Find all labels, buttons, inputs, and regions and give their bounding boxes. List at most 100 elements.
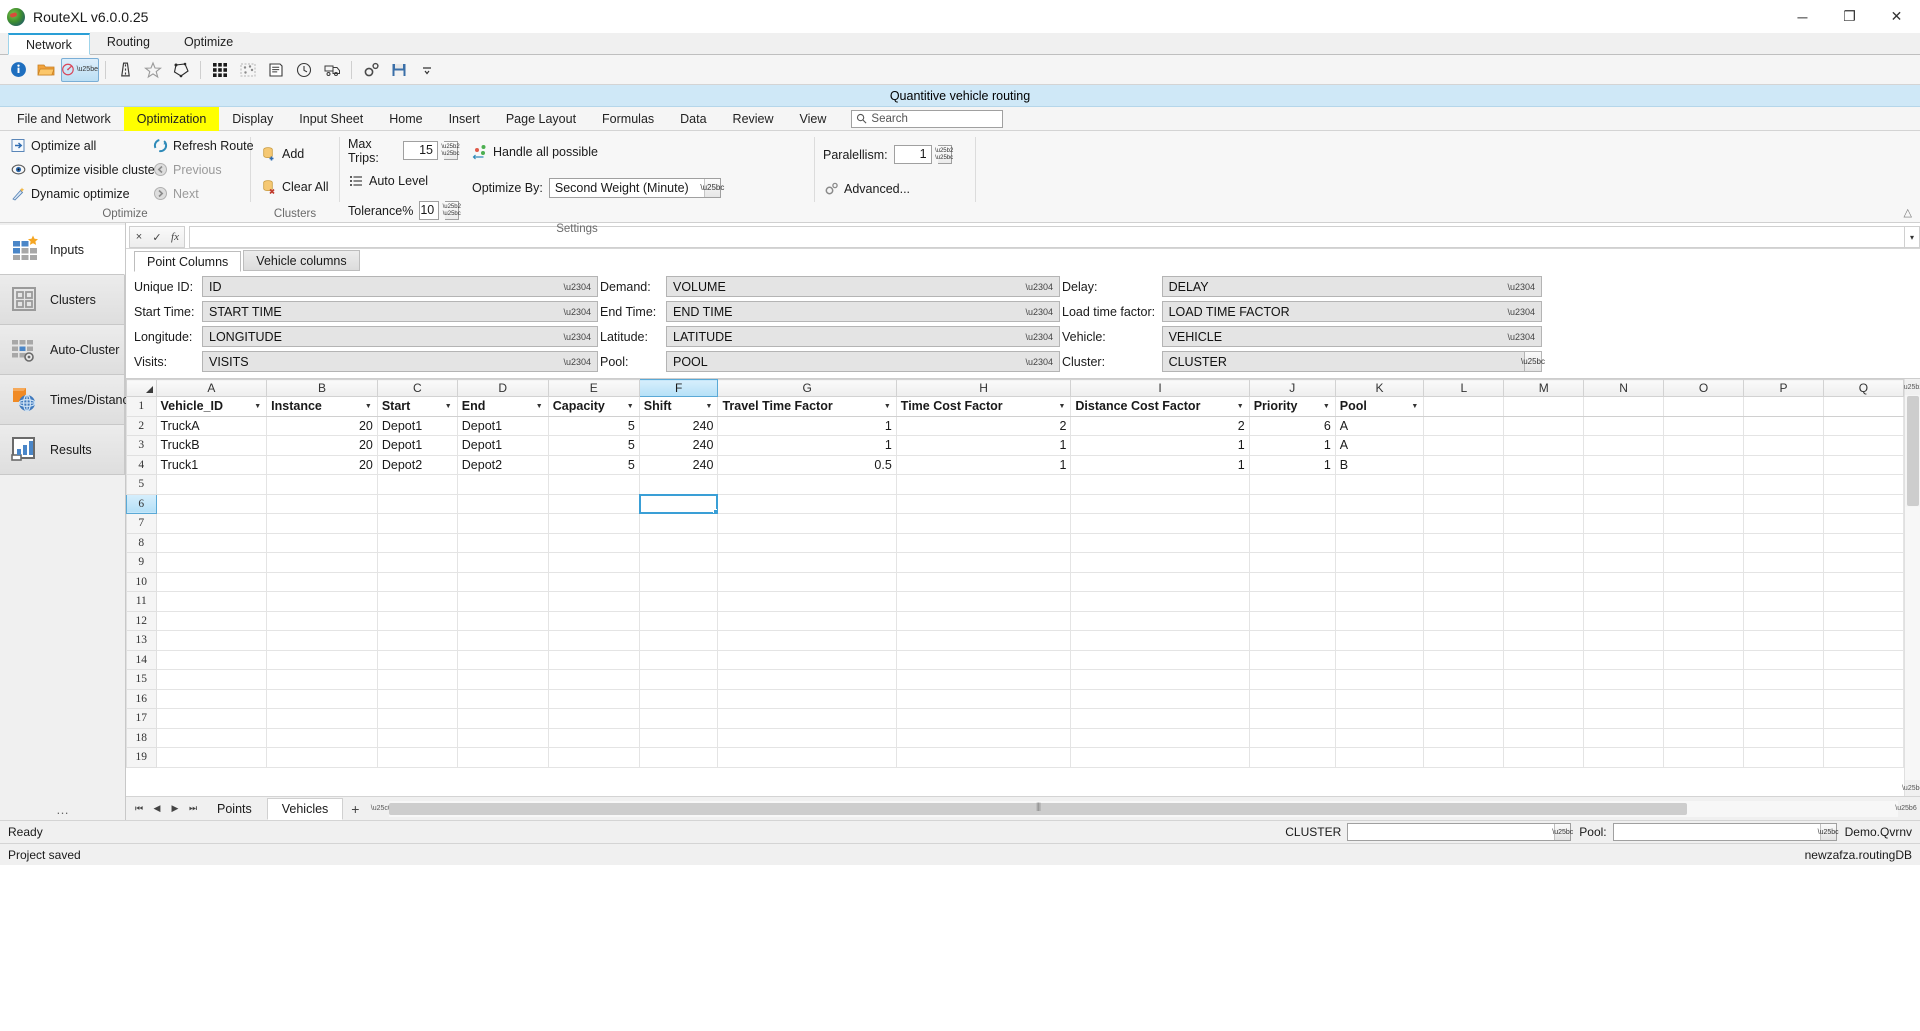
mode-tab-network[interactable]: Network [8, 33, 90, 55]
cell-P12[interactable] [1743, 610, 1824, 631]
cell-M8[interactable] [1503, 532, 1585, 553]
cell-J11[interactable] [1248, 591, 1336, 612]
cell-O3[interactable] [1663, 435, 1745, 456]
cell-D16[interactable] [456, 688, 549, 709]
tolerance-input[interactable]: 10 [419, 201, 440, 220]
mode-tab-optimize[interactable]: Optimize [166, 32, 251, 54]
cell-P3[interactable] [1743, 435, 1824, 456]
table-column-header-n[interactable] [1583, 396, 1665, 417]
cell-F8[interactable] [638, 532, 719, 553]
cell-Q10[interactable] [1822, 571, 1904, 592]
filter-dropdown-icon[interactable]: ▼ [533, 400, 546, 413]
cell-H15[interactable] [895, 669, 1072, 690]
cell-C17[interactable] [376, 708, 458, 729]
cell-G10[interactable] [717, 571, 897, 592]
cell-A7[interactable] [155, 513, 268, 534]
cell-E13[interactable] [547, 630, 640, 651]
ribbon-tab-formulas[interactable]: Formulas [589, 107, 667, 131]
cell-O4[interactable] [1663, 454, 1745, 475]
cell-N6[interactable] [1583, 493, 1665, 514]
cell-C19[interactable] [376, 747, 458, 768]
cell-O13[interactable] [1663, 630, 1745, 651]
unique-id-select[interactable]: ID \u2304 [202, 276, 598, 297]
cell-H16[interactable] [895, 688, 1072, 709]
table-column-header-h[interactable]: Time Cost Factor ▼ [895, 396, 1072, 417]
cell-N15[interactable] [1583, 669, 1665, 690]
table-row[interactable]: 18 [126, 727, 1904, 748]
cell-L5[interactable] [1423, 474, 1505, 495]
parallelism-spinner[interactable]: \u25b2 \u25bc [935, 145, 953, 164]
cell-A11[interactable] [155, 591, 268, 612]
cell-O19[interactable] [1663, 747, 1745, 768]
horizontal-scroll-thumb[interactable] [389, 802, 1687, 815]
table-column-header-c[interactable]: Start ▼ [376, 396, 458, 417]
cell-J12[interactable] [1248, 610, 1336, 631]
table-row[interactable]: 5 [126, 474, 1904, 495]
dynamic-optimize-button[interactable]: Dynamic optimize [8, 183, 150, 204]
sidebar-item-times-distances[interactable]: Times/Distances [0, 375, 142, 425]
cell-J14[interactable] [1248, 649, 1336, 670]
cell-G7[interactable] [717, 513, 897, 534]
cell-C2[interactable]: Depot1 [376, 415, 458, 436]
sidebar-item-clusters[interactable]: Clusters [0, 275, 125, 325]
next-sheet-button[interactable]: ▶ [166, 798, 184, 820]
cell-M16[interactable] [1503, 688, 1585, 709]
cell-N8[interactable] [1583, 532, 1665, 553]
cell-H12[interactable] [895, 610, 1072, 631]
cell-G13[interactable] [717, 630, 897, 651]
cell-L17[interactable] [1423, 708, 1505, 729]
column-header-d[interactable]: D [456, 379, 549, 397]
cell-P8[interactable] [1743, 532, 1824, 553]
cell-Q12[interactable] [1822, 610, 1904, 631]
add-cluster-button[interactable]: Add [259, 143, 334, 164]
cell-L9[interactable] [1423, 552, 1505, 573]
cell-K10[interactable] [1334, 571, 1425, 592]
cell-P11[interactable] [1743, 591, 1824, 612]
cell-A17[interactable] [155, 708, 268, 729]
cell-N13[interactable] [1583, 630, 1665, 651]
cell-D5[interactable] [456, 474, 549, 495]
cell-G3[interactable]: 1 [717, 435, 897, 456]
vertical-scrollbar[interactable]: \u25b2 \u25bc [1902, 379, 1920, 796]
max-trips-spinner[interactable]: \u25b2 \u25bc [441, 141, 460, 160]
cell-J17[interactable] [1248, 708, 1336, 729]
cell-J13[interactable] [1248, 630, 1336, 651]
insert-function-icon[interactable]: fx [167, 231, 183, 243]
cell-K7[interactable] [1334, 513, 1425, 534]
ribbon-tab-insert[interactable]: Insert [436, 107, 493, 131]
cell-F4[interactable]: 240 [638, 454, 719, 475]
cell-H19[interactable] [895, 747, 1072, 768]
cell-H14[interactable] [895, 649, 1072, 670]
cell-P5[interactable] [1743, 474, 1824, 495]
filter-dropdown-icon[interactable]: ▼ [362, 400, 375, 413]
longitude-select[interactable]: LONGITUDE \u2304 [202, 326, 598, 347]
polygon-icon[interactable] [168, 58, 194, 82]
more-icon[interactable] [414, 58, 440, 82]
cell-B15[interactable] [266, 669, 378, 690]
table-row[interactable]: 8 [126, 532, 1904, 553]
cell-N11[interactable] [1583, 591, 1665, 612]
cell-I6[interactable] [1070, 493, 1250, 514]
cell-J10[interactable] [1248, 571, 1336, 592]
ribbon-tab-input-sheet[interactable]: Input Sheet [286, 107, 376, 131]
handle-all-possible-button[interactable]: Handle all possible [472, 141, 772, 162]
cell-M6[interactable] [1503, 493, 1585, 514]
advanced-button[interactable]: Advanced... [823, 178, 952, 199]
cell-K18[interactable] [1334, 727, 1425, 748]
vehicle-select[interactable]: VEHICLE \u2304 [1161, 326, 1542, 347]
cell-K17[interactable] [1334, 708, 1425, 729]
cell-F12[interactable] [638, 610, 719, 631]
cell-P6[interactable] [1743, 493, 1824, 514]
cell-D11[interactable] [456, 591, 549, 612]
row-header-16[interactable]: 16 [126, 688, 157, 709]
table-row[interactable]: 16 [126, 688, 1904, 709]
cell-C15[interactable] [376, 669, 458, 690]
cell-C10[interactable] [376, 571, 458, 592]
table-row[interactable]: 9 [126, 552, 1904, 573]
table-row[interactable]: 1 Vehicle_ID ▼ Instance ▼ Start ▼ End ▼ Capacity ▼… [126, 396, 1904, 417]
ribbon-tab-file-and-network[interactable]: File and Network [4, 107, 124, 131]
tolerance-spinner[interactable]: \u25b2 \u25bc [443, 201, 461, 220]
cell-C7[interactable] [376, 513, 458, 534]
cell-L15[interactable] [1423, 669, 1505, 690]
cell-Q15[interactable] [1822, 669, 1904, 690]
